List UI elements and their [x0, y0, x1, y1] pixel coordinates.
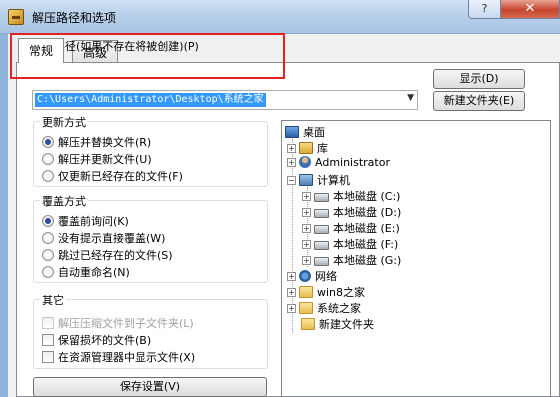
tree-item-drive-f[interactable]: + 本地磁盘 (F:) [302, 236, 398, 252]
radio-label: 覆盖前询问(K) [58, 215, 129, 228]
expand-icon[interactable]: + [287, 158, 296, 167]
tree-item-label: 本地磁盘 (F:) [333, 238, 399, 251]
title-bar: 解压路径和选项 ? ✕ [0, 0, 560, 34]
radio-icon[interactable] [42, 136, 54, 148]
tree-item-desktop[interactable]: 桌面 [285, 124, 325, 140]
radio-icon[interactable] [42, 170, 54, 182]
folder-icon [299, 286, 313, 298]
tree-item-label: Administrator [315, 156, 390, 169]
window-title: 解压路径和选项 [32, 11, 117, 25]
checkbox-extract-to-subfolder[interactable]: 解压压缩文件到子文件夹(L) [42, 315, 194, 331]
close-button[interactable]: ✕ [500, 0, 560, 19]
radio-extract-update[interactable]: 解压并更新文件(U) [42, 151, 152, 167]
expand-icon[interactable]: + [287, 144, 296, 153]
library-icon [299, 142, 313, 154]
radio-icon[interactable] [42, 249, 54, 261]
tree-item-label: 本地磁盘 (D:) [333, 206, 402, 219]
drive-icon [314, 241, 329, 250]
tree-item-library[interactable]: + 库 [287, 140, 328, 156]
misc-title: 其它 [40, 292, 66, 308]
checkbox-icon[interactable] [42, 334, 54, 346]
radio-label: 解压并替换文件(R) [58, 136, 152, 149]
expand-icon[interactable]: + [302, 208, 311, 217]
checkbox-label: 解压压缩文件到子文件夹(L) [58, 317, 194, 330]
desktop-icon [285, 126, 299, 138]
expand-icon[interactable]: + [302, 192, 311, 201]
tree-item-label: 本地磁盘 (E:) [333, 222, 400, 235]
folder-icon [299, 302, 313, 314]
expand-icon[interactable]: + [287, 272, 296, 281]
radio-overwrite-without-prompt[interactable]: 没有提示直接覆盖(W) [42, 230, 165, 246]
expand-icon[interactable]: + [302, 240, 311, 249]
radio-ask-before-overwrite[interactable]: 覆盖前询问(K) [42, 213, 129, 229]
update-mode-title: 更新方式 [40, 114, 88, 130]
checkbox-keep-broken-files[interactable]: 保留损坏的文件(B) [42, 332, 151, 348]
tab-general[interactable]: 常规 [18, 38, 65, 63]
tree-item-computer[interactable]: − 计算机 [287, 172, 350, 188]
folder-tree[interactable]: 桌面 + 库 + Administrator − 计算机 + 本地磁盘 (C:) + 本地… [281, 120, 551, 397]
save-settings-button[interactable]: 保存设置(V) [33, 377, 267, 397]
tree-item-label: 计算机 [317, 174, 350, 187]
show-button[interactable]: 显示(D) [433, 69, 525, 89]
tree-item-label: 系统之家 [317, 302, 361, 315]
new-folder-button[interactable]: 新建文件夹(E) [433, 91, 525, 111]
tree-item-administrator[interactable]: + Administrator [287, 156, 390, 172]
tree-item-label: 桌面 [303, 126, 325, 139]
tree-item-label: win8之家 [317, 286, 366, 299]
tree-item-xitong-home[interactable]: + 系统之家 [287, 300, 361, 316]
tree-item-win8-home[interactable]: + win8之家 [287, 284, 365, 300]
checkbox-label: 在资源管理器中显示文件(X) [58, 351, 196, 364]
network-icon [299, 270, 311, 282]
radio-auto-rename[interactable]: 自动重命名(N) [42, 264, 130, 280]
tree-item-label: 本地磁盘 (G:) [333, 254, 402, 267]
tree-item-drive-c[interactable]: + 本地磁盘 (C:) [302, 188, 400, 204]
tree-item-drive-e[interactable]: + 本地磁盘 (E:) [302, 220, 400, 236]
update-mode-group: 更新方式 解压并替换文件(R) 解压并更新文件(U) 仅更新已经存在的文件(F) [33, 114, 268, 187]
computer-icon [299, 174, 313, 186]
tree-item-network[interactable]: + 网络 [287, 268, 337, 284]
folder-icon [301, 318, 315, 330]
radio-label: 跳过已经存在的文件(S) [58, 249, 173, 262]
expand-icon[interactable]: + [302, 256, 311, 265]
expand-icon[interactable]: + [287, 304, 296, 313]
radio-label: 自动重命名(N) [58, 266, 130, 279]
tree-item-drive-d[interactable]: + 本地磁盘 (D:) [302, 204, 401, 220]
radio-label: 仅更新已经存在的文件(F) [58, 170, 183, 183]
radio-update-existing[interactable]: 仅更新已经存在的文件(F) [42, 168, 183, 184]
expand-icon[interactable]: + [302, 224, 311, 233]
radio-icon[interactable] [42, 215, 54, 227]
radio-icon[interactable] [42, 153, 54, 165]
tree-item-label: 本地磁盘 (C:) [333, 190, 401, 203]
tree-item-label: 库 [317, 142, 328, 155]
checkbox-label: 保留损坏的文件(B) [58, 334, 152, 347]
checkbox-icon[interactable] [42, 351, 54, 363]
destination-path-combobox[interactable]: C:\Users\Administrator\Desktop\系统之家 ▼ [32, 90, 418, 110]
tree-item-label: 网络 [315, 270, 337, 283]
checkbox-icon[interactable] [42, 317, 54, 329]
tree-item-drive-g[interactable]: + 本地磁盘 (G:) [302, 252, 401, 268]
expand-icon[interactable]: + [287, 288, 296, 297]
tree-item-new-folder[interactable]: 新建文件夹 [301, 316, 374, 332]
destination-path-value[interactable]: C:\Users\Administrator\Desktop\系统之家 [35, 93, 266, 107]
radio-skip-existing[interactable]: 跳过已经存在的文件(S) [42, 247, 173, 263]
overwrite-mode-group: 覆盖方式 覆盖前询问(K) 没有提示直接覆盖(W) 跳过已经存在的文件(S) 自… [33, 193, 268, 283]
user-icon [299, 156, 311, 168]
radio-extract-replace[interactable]: 解压并替换文件(R) [42, 134, 151, 150]
tree-item-label: 新建文件夹 [319, 318, 374, 331]
checkbox-show-in-explorer[interactable]: 在资源管理器中显示文件(X) [42, 349, 195, 365]
drive-icon [314, 209, 329, 218]
drive-icon [314, 225, 329, 234]
drive-icon [314, 257, 329, 266]
misc-group: 其它 解压压缩文件到子文件夹(L) 保留损坏的文件(B) 在资源管理器中显示文件… [33, 292, 268, 369]
chevron-down-icon[interactable]: ▼ [407, 93, 414, 103]
radio-label: 没有提示直接覆盖(W) [58, 232, 166, 245]
radio-icon[interactable] [42, 266, 54, 278]
radio-icon[interactable] [42, 232, 54, 244]
collapse-icon[interactable]: − [287, 176, 296, 185]
help-button[interactable]: ? [468, 0, 501, 19]
winrar-app-icon [8, 9, 24, 25]
overwrite-mode-title: 覆盖方式 [40, 193, 88, 209]
radio-label: 解压并更新文件(U) [58, 153, 152, 166]
drive-icon [314, 193, 329, 202]
